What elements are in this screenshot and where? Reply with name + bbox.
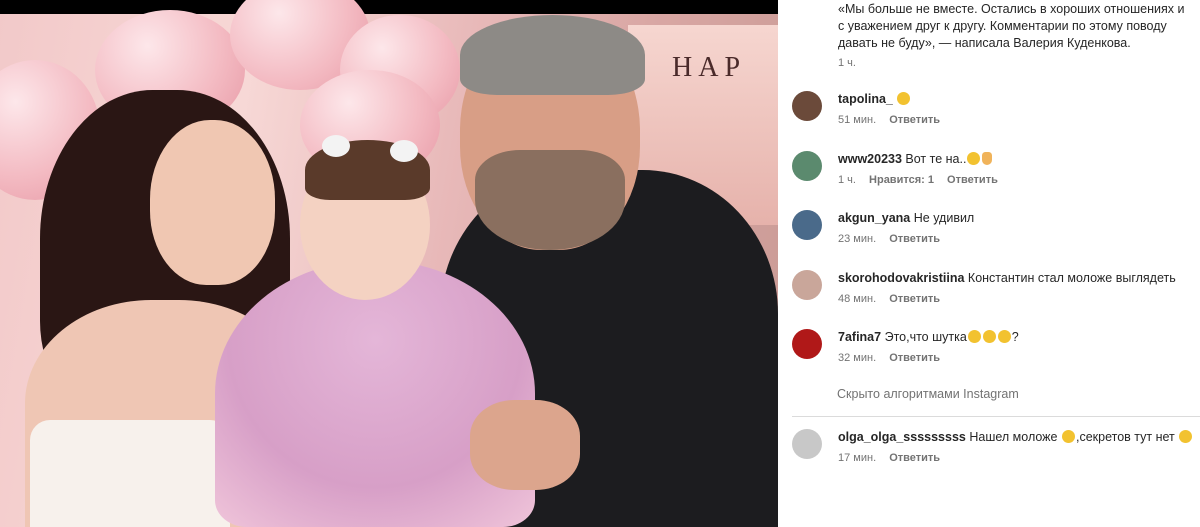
comment-line: skorohodovakristiina Константин стал мол…	[838, 270, 1176, 286]
post-photo[interactable]: HAP	[0, 0, 778, 527]
man-hair	[460, 15, 645, 95]
avatar[interactable]	[792, 91, 822, 121]
child-dress	[215, 260, 535, 527]
smiling-face-icon	[1062, 430, 1075, 443]
comment-meta: 1 ч. Нравится: 1 Ответить	[838, 173, 1008, 187]
comment-line: akgun_yana Не удивил	[838, 210, 974, 226]
comment-text: ,секретов тут нет	[1076, 430, 1175, 444]
party-sign-text: HAP	[672, 52, 747, 83]
comment-username[interactable]: 7afina7	[838, 330, 881, 344]
comment-item: tapolina_ 51 мин. Ответить	[792, 91, 1192, 131]
comment-time[interactable]: 1 ч.	[838, 174, 856, 186]
hair-bow	[390, 140, 418, 162]
comment-text: Вот те на..	[905, 152, 967, 166]
comment-meta: 48 мин. Ответить	[838, 292, 950, 306]
comment-text: Нашел моложе	[969, 430, 1058, 444]
reply-button[interactable]: Ответить	[889, 452, 940, 464]
comment-item: www20233 Вот те на.. 1 ч. Нравится: 1 От…	[792, 151, 1192, 191]
comment-username[interactable]: skorohodovakristiina	[838, 271, 964, 285]
comment-time[interactable]: 51 мин.	[838, 114, 876, 126]
avatar[interactable]	[792, 210, 822, 240]
comment-username[interactable]: akgun_yana	[838, 211, 910, 225]
comment-meta: 17 мин. Ответить	[838, 451, 950, 465]
post-caption: «Мы больше не вместе. Остались в хороших…	[838, 2, 1185, 50]
surprised-face-icon	[982, 330, 996, 343]
avatar[interactable]	[792, 329, 822, 359]
avatar[interactable]	[792, 270, 822, 300]
hands	[470, 400, 580, 490]
comment-line: www20233 Вот те на..	[838, 151, 993, 167]
comment-item: 7afina7 Это,что шутка? 32 мин. Ответить	[792, 329, 1192, 369]
comment-time[interactable]: 23 мин.	[838, 233, 876, 245]
comment-username[interactable]: www20233	[838, 152, 902, 166]
pensive-face-icon	[897, 92, 911, 105]
comment-username[interactable]: tapolina_	[838, 92, 893, 106]
hidden-by-algorithm-label[interactable]: Скрыто алгоритмами Instagram	[837, 387, 1019, 401]
comment-text: Не удивил	[913, 211, 975, 225]
hair-bow	[322, 135, 350, 157]
comment-username[interactable]: olga_olga_sssssssss	[838, 430, 966, 444]
comment-time[interactable]: 48 мин.	[838, 293, 876, 305]
pensive-face-icon	[1179, 430, 1193, 443]
reply-button[interactable]: Ответить	[889, 293, 940, 305]
reply-button[interactable]: Ответить	[889, 233, 940, 245]
photo-top-bar	[0, 0, 778, 14]
post-time[interactable]: 1 ч.	[838, 57, 856, 69]
comment-text: Это,что шутка	[884, 330, 967, 344]
woman-dress	[30, 420, 230, 527]
avatar[interactable]	[792, 151, 822, 181]
comment-meta: 23 мин. Ответить	[838, 232, 950, 246]
comment-text: Константин стал моложе выглядеть	[967, 271, 1176, 285]
comment-time[interactable]: 17 мин.	[838, 452, 876, 464]
comment-line: 7afina7 Это,что шутка?	[838, 329, 1019, 345]
comment-text-suffix: ?	[1011, 330, 1019, 344]
woman-face	[150, 120, 275, 285]
comment-item: akgun_yana Не удивил 23 мин. Ответить	[792, 210, 1192, 250]
surprised-face-icon	[997, 330, 1011, 343]
comment-meta: 51 мин. Ответить	[838, 113, 950, 127]
reply-button[interactable]: Ответить	[889, 114, 940, 126]
comment-item: olga_olga_sssssssss Нашел моложе ,секрет…	[792, 429, 1193, 469]
comment-line: tapolina_	[838, 91, 911, 107]
reply-button[interactable]: Ответить	[947, 174, 998, 186]
surprised-face-icon	[967, 330, 981, 343]
surprised-face-icon	[967, 152, 981, 165]
divider	[792, 416, 1200, 417]
comment-line: olga_olga_sssssssss Нашел моложе ,секрет…	[838, 429, 1193, 445]
man-beard	[475, 150, 625, 250]
comment-likes[interactable]: Нравится: 1	[869, 174, 934, 186]
comment-time[interactable]: 32 мин.	[838, 352, 876, 364]
comment-item: skorohodovakristiina Константин стал мол…	[792, 270, 1192, 310]
avatar[interactable]	[792, 429, 822, 459]
comment-meta: 32 мин. Ответить	[838, 351, 950, 365]
reply-button[interactable]: Ответить	[889, 352, 940, 364]
ok-hand-icon	[982, 152, 993, 165]
